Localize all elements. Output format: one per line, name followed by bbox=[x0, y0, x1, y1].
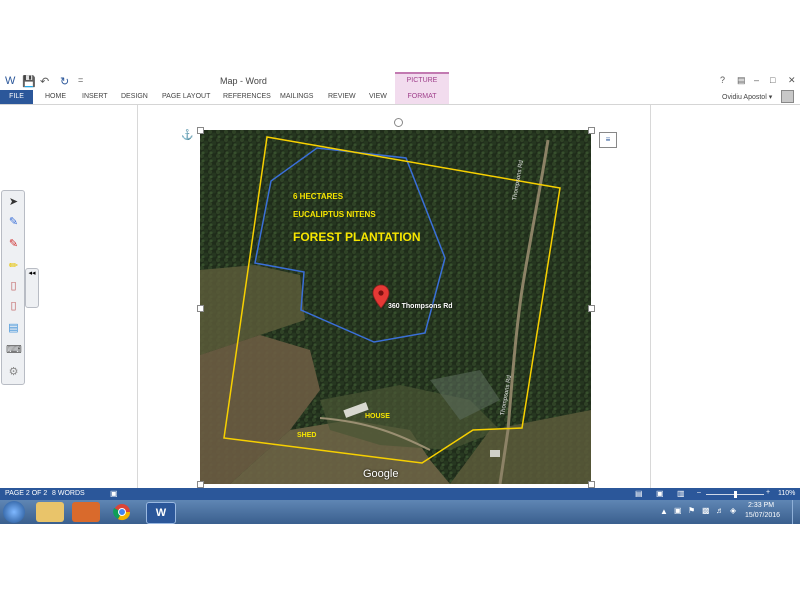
start-button[interactable] bbox=[3, 501, 25, 523]
volume-icon[interactable]: ♬ bbox=[716, 506, 724, 515]
google-watermark: Google bbox=[363, 468, 399, 480]
windows-taskbar: W ▲ ▣ ⚑ ▩ ♬ ◈ 2:33 PM 15/07/2016 bbox=[0, 500, 800, 524]
tab-insert[interactable]: INSERT bbox=[82, 90, 108, 104]
layout-options-icon[interactable]: ≡ bbox=[599, 132, 617, 148]
clock-date[interactable]: 15/07/2016 bbox=[745, 512, 780, 519]
avatar[interactable] bbox=[781, 90, 794, 103]
undo-icon[interactable]: ↶ bbox=[40, 75, 49, 88]
plantation-type-label: FOREST PLANTATION bbox=[293, 230, 421, 244]
tab-page-layout[interactable]: PAGE LAYOUT bbox=[162, 90, 210, 104]
minimize-button[interactable]: – bbox=[754, 75, 759, 85]
chrome-icon[interactable] bbox=[108, 502, 136, 522]
map-image[interactable]: 6 HECTARES EUCALIPTUS NITENS FOREST PLAN… bbox=[200, 130, 591, 484]
eraser-alt-icon[interactable]: ▯ bbox=[6, 299, 21, 314]
tray-app-icon[interactable]: ▣ bbox=[674, 506, 682, 515]
restore-button[interactable]: □ bbox=[770, 75, 775, 85]
tab-view[interactable]: VIEW bbox=[369, 90, 387, 104]
read-mode-icon[interactable]: ▤ bbox=[635, 489, 643, 498]
resize-handle-left[interactable] bbox=[197, 305, 204, 312]
document-title: Map - Word bbox=[220, 76, 267, 86]
highlighter-icon[interactable]: ✏ bbox=[6, 259, 21, 274]
pen-toolbar-collapse-button[interactable]: ◂◂ bbox=[25, 268, 39, 308]
anchor-icon[interactable]: ⚓ bbox=[181, 130, 193, 141]
resize-handle-right[interactable] bbox=[588, 305, 595, 312]
tray-flag-icon[interactable]: ⚑ bbox=[688, 506, 695, 515]
zoom-out-button[interactable]: – bbox=[697, 489, 701, 496]
select-arrow-icon[interactable]: ➤ bbox=[6, 195, 21, 210]
page-right-margin-line bbox=[650, 105, 651, 488]
resize-handle-bottom-left[interactable] bbox=[197, 481, 204, 488]
resize-handle-top-left[interactable] bbox=[197, 127, 204, 134]
tab-design[interactable]: DESIGN bbox=[121, 90, 148, 104]
rotate-handle[interactable] bbox=[394, 118, 403, 127]
page-count[interactable]: PAGE 2 OF 2 bbox=[5, 490, 47, 497]
area-label: 6 HECTARES bbox=[293, 192, 344, 201]
show-desktop-button[interactable] bbox=[792, 500, 800, 524]
resize-handle-bottom-right[interactable] bbox=[588, 481, 595, 488]
pen-alt-icon[interactable]: ✎ bbox=[6, 237, 21, 252]
clock-time[interactable]: 2:33 PM bbox=[748, 502, 774, 509]
save-icon[interactable]: 💾 bbox=[22, 75, 36, 88]
settings-icon[interactable]: ⚙ bbox=[6, 365, 21, 380]
web-layout-icon[interactable]: ▥ bbox=[677, 489, 685, 498]
tab-review[interactable]: REVIEW bbox=[328, 90, 356, 104]
word-app-icon[interactable]: W bbox=[5, 75, 15, 87]
keyboard-icon[interactable]: ⌨ bbox=[6, 343, 22, 358]
page-left-margin-line bbox=[137, 105, 138, 488]
address-pin-label: 360 Thompsons Rd bbox=[388, 303, 453, 310]
picture-tools-context-label: PICTURE TOOLS bbox=[395, 72, 449, 98]
zoom-level[interactable]: 110% bbox=[778, 490, 795, 497]
status-bar: PAGE 2 OF 2 8 WORDS ▣ ▤ ▣ ▥ – + 110% bbox=[0, 488, 800, 500]
tab-mailings[interactable]: MAILINGS bbox=[280, 90, 313, 104]
print-layout-icon[interactable]: ▣ bbox=[656, 489, 664, 498]
customize-qat-icon[interactable]: = bbox=[78, 75, 83, 85]
note-icon[interactable]: ▤ bbox=[6, 321, 21, 336]
eraser-icon[interactable]: ▯ bbox=[6, 279, 21, 294]
shed-label: SHED bbox=[297, 432, 317, 439]
pen-icon[interactable]: ✎ bbox=[6, 215, 21, 230]
tab-home[interactable]: HOME bbox=[45, 90, 66, 104]
resize-handle-top-right[interactable] bbox=[588, 127, 595, 134]
zoom-slider-thumb[interactable] bbox=[734, 491, 737, 498]
tab-references[interactable]: REFERENCES bbox=[223, 90, 271, 104]
tab-file[interactable]: FILE bbox=[0, 90, 33, 104]
word-count[interactable]: 8 WORDS bbox=[52, 490, 85, 497]
tray-expand-icon[interactable]: ▲ bbox=[660, 507, 668, 516]
network-icon[interactable]: ▩ bbox=[702, 506, 710, 515]
help-button[interactable]: ? bbox=[720, 75, 725, 85]
security-icon[interactable]: ◈ bbox=[730, 506, 736, 515]
file-explorer-icon[interactable] bbox=[36, 502, 64, 522]
media-player-icon[interactable] bbox=[72, 502, 100, 522]
pen-toolbar: ➤ ✎ ✎ ✏ ▯ ▯ ▤ ⌨ ⚙ bbox=[1, 190, 25, 385]
zoom-in-button[interactable]: + bbox=[766, 489, 770, 496]
ribbon-tabs: FILE HOME INSERT DESIGN PAGE LAYOUT REFE… bbox=[0, 90, 800, 105]
user-account-name[interactable]: Ovidiu Apostol ▾ bbox=[722, 93, 772, 101]
close-button[interactable]: ✕ bbox=[788, 75, 796, 86]
title-bar: W 💾 ↶ ↻ = Map - Word PICTURE TOOLS ? ▤ –… bbox=[0, 72, 800, 98]
proofing-icon[interactable]: ▣ bbox=[110, 489, 118, 498]
species-label: EUCALIPTUS NITENS bbox=[293, 210, 376, 219]
word-taskbar-icon[interactable]: W bbox=[146, 502, 176, 524]
ribbon-display-options-button[interactable]: ▤ bbox=[737, 75, 746, 86]
house-label: HOUSE bbox=[365, 413, 390, 420]
redo-icon[interactable]: ↻ bbox=[60, 75, 69, 88]
tab-format[interactable]: FORMAT bbox=[395, 90, 449, 104]
